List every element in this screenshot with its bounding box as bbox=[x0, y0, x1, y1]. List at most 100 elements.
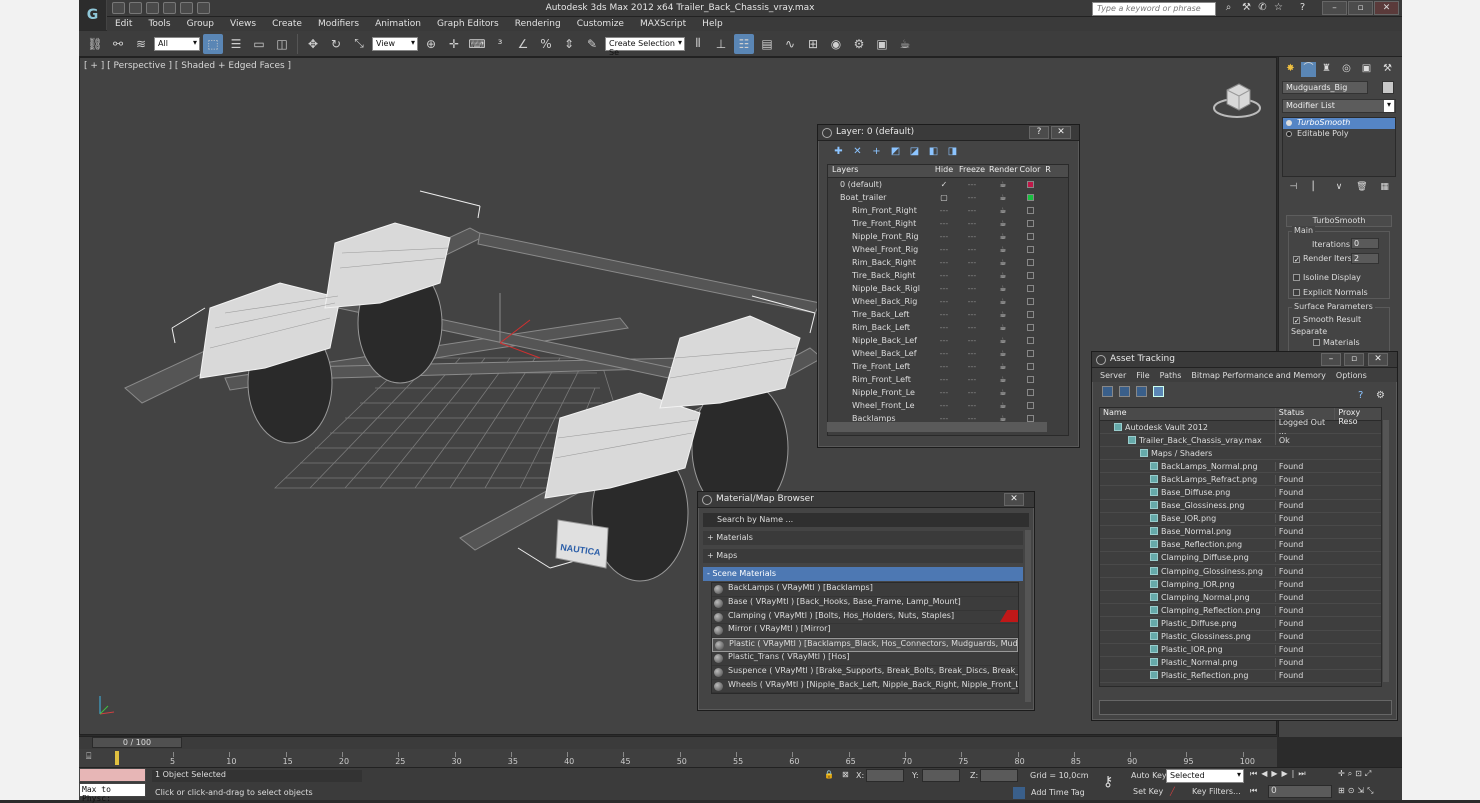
time-slider[interactable] bbox=[79, 736, 1277, 749]
asset-row[interactable]: Base_IOR.png Found bbox=[1100, 513, 1381, 526]
hide-toggle[interactable]: --- bbox=[933, 323, 955, 332]
viewport-label[interactable]: [ + ] [ Perspective ] [ Shaded + Edged F… bbox=[84, 61, 291, 71]
menu-animation[interactable]: Animation bbox=[367, 17, 429, 31]
list-view-icon[interactable] bbox=[1119, 385, 1130, 397]
favorites-star-icon[interactable]: ☆ bbox=[1272, 2, 1285, 14]
menu-paths[interactable]: Paths bbox=[1160, 371, 1182, 380]
show-end-result-icon[interactable]: ▏ bbox=[1308, 182, 1324, 196]
layer-color-swatch[interactable] bbox=[1017, 206, 1043, 215]
freeze-toggle[interactable]: --- bbox=[955, 388, 989, 397]
save-file-icon[interactable] bbox=[146, 2, 159, 14]
curve-editor-icon[interactable]: ∿ bbox=[780, 34, 800, 54]
layer-row[interactable]: Rim_Back_Right --- --- ☕ bbox=[828, 256, 1068, 269]
freeze-toggle[interactable]: --- bbox=[955, 284, 989, 293]
menu-rendering[interactable]: Rendering bbox=[507, 17, 569, 31]
display-tab-icon[interactable]: ▣ bbox=[1359, 62, 1374, 77]
layer-row[interactable]: Rim_Front_Left --- --- ☕ bbox=[828, 373, 1068, 386]
layer-color-swatch[interactable] bbox=[1017, 180, 1043, 189]
pivot-center-icon[interactable]: ⊕ bbox=[421, 34, 441, 54]
render-toggle-icon[interactable]: ☕ bbox=[989, 375, 1017, 384]
thumbnail-icon[interactable] bbox=[1136, 385, 1147, 397]
layer-color-swatch[interactable] bbox=[1017, 375, 1043, 384]
asset-row[interactable]: Plastic_Glossiness.png Found bbox=[1100, 631, 1381, 644]
col-hide[interactable]: Hide bbox=[933, 165, 955, 177]
app-logo-button[interactable]: G bbox=[79, 0, 107, 30]
material-browser-titlebar[interactable]: Material/Map Browser ✕ bbox=[698, 492, 1034, 508]
menu-tools[interactable]: Tools bbox=[140, 17, 178, 31]
z-coord-field[interactable] bbox=[980, 769, 1018, 782]
motion-tab-icon[interactable]: ◎ bbox=[1339, 62, 1354, 77]
material-row[interactable]: Wheels ( VRayMtl ) [Nipple_Back_Left, Ni… bbox=[712, 680, 1018, 694]
close-button[interactable]: ✕ bbox=[1051, 126, 1071, 139]
minimize-button[interactable]: – bbox=[1321, 353, 1341, 366]
hide-all-icon[interactable]: ◧ bbox=[927, 146, 940, 159]
render-iters-spinner[interactable]: 2 bbox=[1351, 253, 1379, 264]
layer-row[interactable]: Wheel_Front_Le --- --- ☕ bbox=[828, 399, 1068, 412]
freeze-toggle[interactable]: --- bbox=[955, 258, 989, 267]
material-row[interactable]: Clamping ( VRayMtl ) [Bolts, Hos_Holders… bbox=[712, 611, 1018, 625]
layer-row[interactable]: Nipple_Back_Lef --- --- ☕ bbox=[828, 334, 1068, 347]
redo-icon[interactable] bbox=[180, 2, 193, 14]
hide-toggle[interactable]: --- bbox=[933, 349, 955, 358]
hide-toggle[interactable]: ✓ bbox=[933, 180, 955, 189]
asset-path-field[interactable] bbox=[1099, 700, 1392, 715]
hide-toggle[interactable]: --- bbox=[933, 401, 955, 410]
freeze-toggle[interactable]: --- bbox=[955, 375, 989, 384]
render-iters-checkbox[interactable]: ✓ Render Iters: bbox=[1293, 254, 1355, 264]
set-key-mode-icon[interactable]: ╱ bbox=[1170, 787, 1175, 796]
render-toggle-icon[interactable]: ☕ bbox=[989, 206, 1017, 215]
viewport-nav-controls[interactable]: ✛⌕⊡⤢ bbox=[1338, 769, 1374, 779]
freeze-toggle[interactable]: --- bbox=[955, 232, 989, 241]
delete-layer-icon[interactable]: ✕ bbox=[851, 146, 864, 159]
render-toggle-icon[interactable]: ☕ bbox=[989, 349, 1017, 358]
render-toggle-icon[interactable]: ☕ bbox=[989, 193, 1017, 202]
hierarchy-tab-icon[interactable]: ♜ bbox=[1319, 62, 1334, 77]
hide-toggle[interactable]: --- bbox=[933, 271, 955, 280]
render-toggle-icon[interactable]: ☕ bbox=[989, 219, 1017, 228]
layer-row[interactable]: Wheel_Front_Rig --- --- ☕ bbox=[828, 243, 1068, 256]
layer-row[interactable]: Nipple_Front_Le --- --- ☕ bbox=[828, 386, 1068, 399]
hide-toggle[interactable]: --- bbox=[933, 375, 955, 384]
key-filters-button[interactable]: Key Filters... bbox=[1192, 787, 1241, 796]
select-manipulate-icon[interactable]: ✛ bbox=[444, 34, 464, 54]
layer-row[interactable]: Wheel_Back_Lef --- --- ☕ bbox=[828, 347, 1068, 360]
render-toggle-icon[interactable]: ☕ bbox=[989, 401, 1017, 410]
layer-color-swatch[interactable] bbox=[1017, 336, 1043, 345]
new-file-icon[interactable] bbox=[112, 2, 125, 14]
add-time-tag-button[interactable]: Add Time Tag bbox=[1031, 788, 1085, 797]
layer-color-swatch[interactable] bbox=[1017, 219, 1043, 228]
layer-row[interactable]: 0 (default) ✓ --- ☕ bbox=[828, 178, 1068, 191]
layer-color-swatch[interactable] bbox=[1017, 349, 1043, 358]
rect-selection-icon[interactable]: ▭ bbox=[249, 34, 269, 54]
refresh-icon[interactable] bbox=[1102, 385, 1113, 397]
isoline-display-checkbox[interactable]: Isoline Display bbox=[1293, 273, 1361, 282]
help-button[interactable]: ? bbox=[1029, 126, 1049, 139]
col-color[interactable]: Color bbox=[1017, 165, 1043, 177]
key-mode-toggle-icon[interactable]: ⏮ bbox=[1250, 786, 1257, 796]
create-layer-icon[interactable]: ✚ bbox=[832, 146, 845, 159]
render-toggle-icon[interactable]: ☕ bbox=[989, 271, 1017, 280]
render-toggle-icon[interactable]: ☕ bbox=[989, 232, 1017, 241]
material-row[interactable]: Plastic ( VRayMtl ) [Backlamps_Black, Ho… bbox=[712, 638, 1018, 652]
modify-tab-icon[interactable]: ⌒ bbox=[1301, 62, 1316, 77]
window-crossing-icon[interactable]: ◫ bbox=[272, 34, 292, 54]
open-file-icon[interactable] bbox=[129, 2, 142, 14]
freeze-toggle[interactable]: --- bbox=[955, 245, 989, 254]
select-in-layer-icon[interactable]: ◩ bbox=[889, 146, 902, 159]
viewport-nav-controls-2[interactable]: ⊞⊙⇲⤡ bbox=[1338, 786, 1377, 796]
communication-icon[interactable]: ✆ bbox=[1256, 2, 1269, 14]
iterations-spinner[interactable]: 0 bbox=[1351, 238, 1379, 249]
subscription-icon[interactable]: ⚒ bbox=[1240, 2, 1253, 14]
close-button[interactable]: ✕ bbox=[1374, 1, 1399, 15]
bulb-icon[interactable] bbox=[1286, 120, 1292, 126]
material-search-input[interactable]: Search by Name ... bbox=[703, 513, 1029, 527]
asset-row[interactable]: Base_Diffuse.png Found bbox=[1100, 486, 1381, 500]
lock-icon[interactable]: 🔒 bbox=[824, 770, 834, 779]
layer-color-swatch[interactable] bbox=[1017, 362, 1043, 371]
layer-color-swatch[interactable] bbox=[1017, 297, 1043, 306]
asset-row[interactable]: Trailer_Back_Chassis_vray.max Ok bbox=[1100, 434, 1381, 448]
hide-toggle[interactable]: --- bbox=[933, 310, 955, 319]
col-r[interactable]: R bbox=[1043, 165, 1053, 177]
render-toggle-icon[interactable]: ☕ bbox=[989, 388, 1017, 397]
help-search-input[interactable]: Type a keyword or phrase bbox=[1092, 2, 1216, 16]
